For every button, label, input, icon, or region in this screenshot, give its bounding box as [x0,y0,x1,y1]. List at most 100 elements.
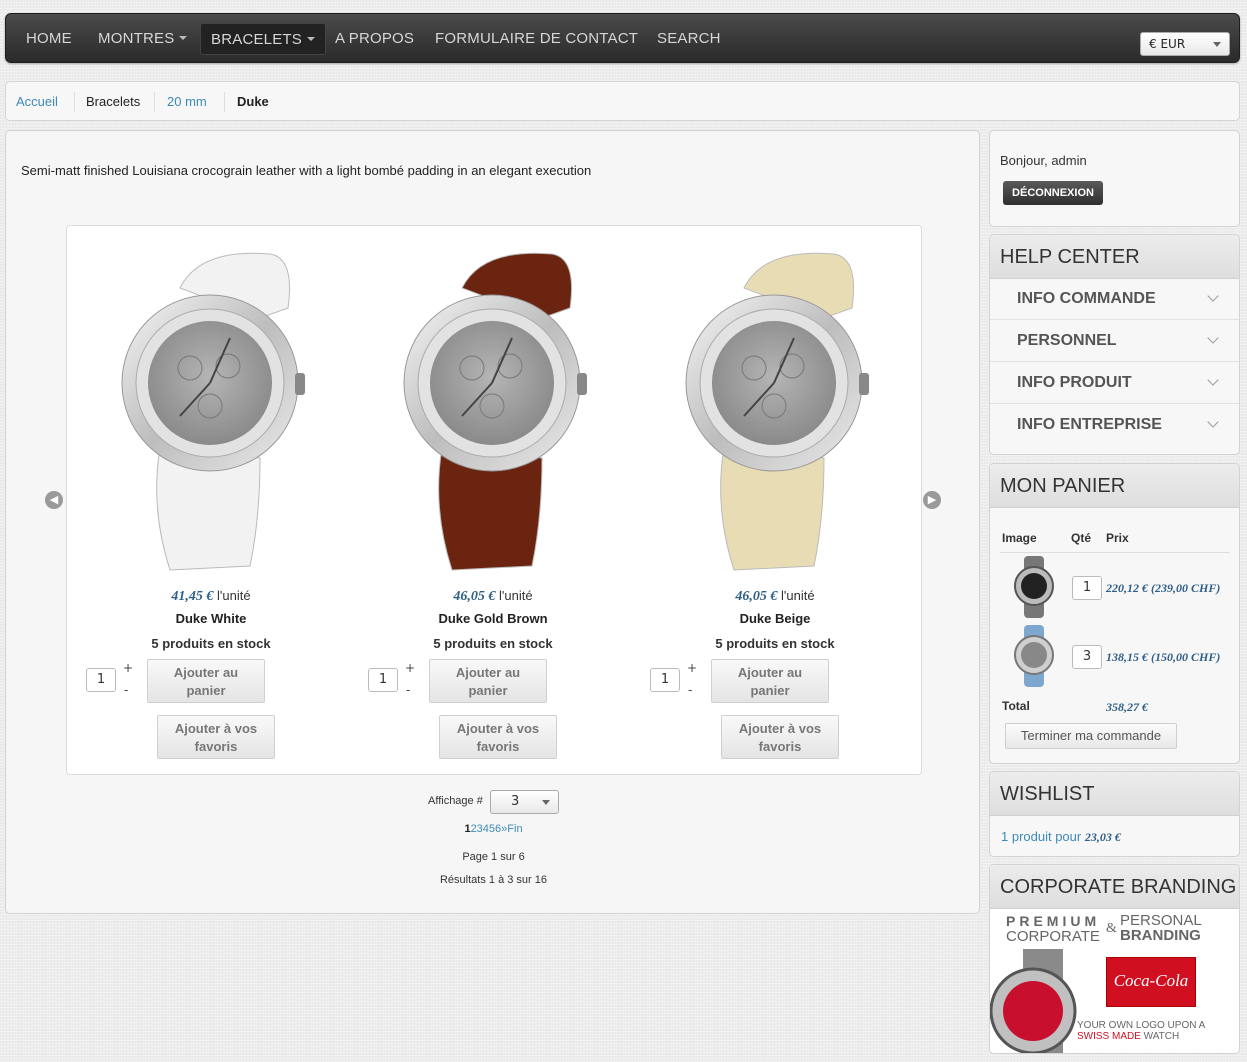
cart-title: MON PANIER [990,464,1239,508]
quantity-minus-button[interactable]: - [406,683,410,697]
product-name[interactable]: Duke Gold Brown [352,611,634,626]
cart-item-watch-image[interactable] [1010,556,1058,618]
button-label: Ajouter à vos [738,721,822,736]
add-to-favorites-button[interactable]: Ajouter à vos favoris [721,715,839,759]
cart-header-price: Prix [1106,531,1129,545]
quantity-minus-button[interactable]: - [688,683,692,697]
chevron-down-icon [1213,42,1221,47]
help-item-label: INFO COMMANDE [1017,290,1156,307]
chevron-down-icon [1207,416,1219,428]
currency-value: € EUR [1149,37,1186,51]
branding-tagline-1: YOUR OWN LOGO UPON A [1077,1020,1206,1031]
cart-box: MON PANIER Image Qté Prix 1 220,12 € (23… [989,463,1240,764]
results-info: Résultats 1 à 3 sur 16 [439,874,547,886]
add-to-favorites-button[interactable]: Ajouter à vos favoris [439,715,557,759]
product-card-duke-white: 41,45 € l'unité Duke White 5 produits en… [70,226,352,776]
help-item-label: PERSONNEL [1017,332,1117,349]
product-name[interactable]: Duke White [70,611,352,626]
quantity-plus-button[interactable]: + [123,661,133,675]
branding-watch-image [990,949,1077,1053]
quantity-plus-button[interactable]: + [687,661,697,675]
category-description: Semi-matt finished Louisiana crocograin … [21,163,592,178]
button-label: Ajouter à vos [174,721,258,736]
watch-image[interactable] [392,248,602,578]
page-links[interactable]: 23456 [471,823,502,835]
cart-item-quantity[interactable]: 1 [1072,576,1102,600]
quantity-input[interactable]: 1 [86,668,116,692]
product-stock: 5 produits en stock [151,636,271,651]
page-info: Page 1 sur 6 [462,851,525,863]
help-item-label: INFO ENTREPRISE [1017,416,1162,433]
quantity-minus-button[interactable]: - [124,683,128,697]
coca-cola-logo: Coca-Cola [1106,957,1196,1007]
items-per-page-select[interactable]: 3 [490,790,559,814]
watch-image[interactable] [674,248,884,578]
help-item-info-entreprise[interactable]: INFO ENTREPRISE [990,404,1239,446]
branding-premium: PREMIUM [1006,913,1101,929]
nav-montres[interactable]: MONTRES [88,23,197,55]
cart-header-divider [1000,552,1230,553]
branding-branding: BRANDING [1120,927,1201,944]
add-to-cart-button[interactable]: Ajouter au panier [711,659,829,703]
help-center-title: HELP CENTER [990,235,1239,279]
chevron-down-icon [307,36,315,41]
chevron-down-icon [179,35,188,40]
carousel-prev-icon[interactable]: ◀ [45,491,63,509]
product-card-duke-beige: 46,05 € l'unité Duke Beige 5 produits en… [634,226,916,776]
cart-item-quantity[interactable]: 3 [1072,645,1102,669]
checkout-button[interactable]: Terminer ma commande [1005,723,1177,749]
carousel-next-icon[interactable]: ▶ [923,491,941,509]
watch-image[interactable] [110,248,320,578]
breadcrumb-bracelets: Bracelets [86,94,141,109]
branding-banner[interactable]: PREMIUM PERSONAL CORPORATE & BRANDING Co… [990,909,1239,1053]
button-label: panier [750,683,790,698]
cart-header-image: Image [1002,531,1037,545]
cart-item-price: 220,12 € (239,00 CHF) [1106,581,1221,595]
cart-item-price: 138,15 € (150,00 CHF) [1106,650,1221,664]
wishlist-link[interactable]: 1 produit pour 23,03 € [1001,829,1121,845]
nav-contact[interactable]: FORMULAIRE DE CONTACT [425,23,648,55]
tagline-watch: WATCH [1140,1031,1180,1042]
currency-select[interactable]: € EUR [1140,32,1230,56]
price-value: 41,45 € [171,589,214,604]
breadcrumb-duke: Duke [237,94,269,109]
breadcrumb-accueil[interactable]: Accueil [16,94,58,109]
product-stock: 5 produits en stock [433,636,553,651]
button-label: panier [186,683,226,698]
add-to-cart-button[interactable]: Ajouter au panier [147,659,265,703]
wishlist-text: 1 produit pour [1001,829,1085,844]
page-end[interactable]: Fin [507,823,522,835]
add-to-cart-button[interactable]: Ajouter au panier [429,659,547,703]
breadcrumb-divider [224,92,225,112]
product-name[interactable]: Duke Beige [634,611,916,626]
help-item-info-commande[interactable]: INFO COMMANDE [990,278,1239,320]
wishlist-value: 23,03 € [1084,830,1121,844]
items-per-page-value: 3 [511,794,520,809]
user-box: Bonjour, admin DÉCONNEXION [989,130,1240,227]
nav-search[interactable]: SEARCH [647,23,731,55]
quantity-input[interactable]: 1 [368,668,398,692]
cart-item-watch-image[interactable] [1010,625,1058,687]
help-item-info-produit[interactable]: INFO PRODUIT [990,362,1239,404]
breadcrumb: Accueil Bracelets 20 mm Duke [5,81,1240,121]
cart-total-value: 358,27 € [1106,700,1148,714]
button-label: panier [468,683,508,698]
chevron-down-icon [1207,332,1219,344]
breadcrumb-20mm[interactable]: 20 mm [167,94,207,109]
help-item-personnel[interactable]: PERSONNEL [990,320,1239,362]
add-to-favorites-button[interactable]: Ajouter à vos favoris [157,715,275,759]
cart-header-qty: Qté [1071,531,1092,545]
main-panel: Semi-matt finished Louisiana crocograin … [5,130,980,914]
button-label: favoris [476,739,520,754]
nav-bracelets[interactable]: BRACELETS [200,23,326,55]
user-greeting: Bonjour, admin [1000,153,1087,168]
nav-home-label: HOME [26,30,72,47]
quantity-input[interactable]: 1 [650,668,680,692]
nav-apropos[interactable]: A PROPOS [325,23,424,55]
logout-button[interactable]: DÉCONNEXION [1003,181,1103,205]
nav-home[interactable]: HOME [16,23,82,55]
wishlist-box: WISHLIST 1 produit pour 23,03 € [989,771,1240,857]
quantity-plus-button[interactable]: + [405,661,415,675]
price-unit: l'unité [777,588,815,603]
branding-ampersand: & [1106,921,1117,936]
